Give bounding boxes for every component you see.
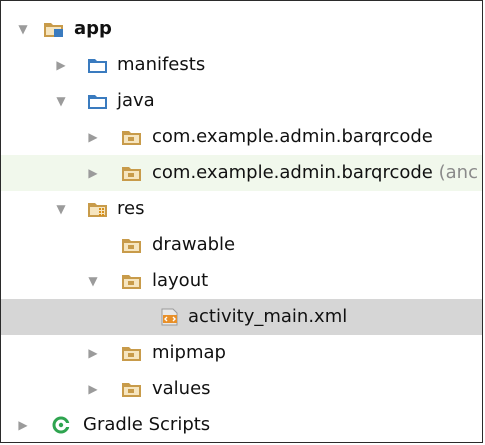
tree-node-res[interactable]: ▼ res xyxy=(1,191,482,227)
tree-node-app[interactable]: ▼ app xyxy=(1,11,482,47)
tree-node-label: mipmap xyxy=(152,342,226,363)
package-folder-icon xyxy=(121,272,143,290)
expanded-arrow-icon[interactable]: ▼ xyxy=(53,83,69,119)
resources-folder-icon xyxy=(87,200,109,218)
package-folder-icon xyxy=(121,380,143,398)
module-folder-icon xyxy=(43,20,65,38)
collapsed-arrow-icon[interactable]: ▶ xyxy=(85,371,101,407)
expanded-arrow-icon[interactable]: ▼ xyxy=(85,263,101,299)
tree-node-package-test[interactable]: ▶ com.example.admin.barqrcode (anc xyxy=(1,155,482,191)
tree-node-label: manifests xyxy=(117,54,206,75)
tree-node-label: app xyxy=(74,18,112,39)
collapsed-arrow-icon[interactable]: ▶ xyxy=(85,155,101,191)
tree-node-suffix: (anc xyxy=(438,162,478,183)
gradle-icon xyxy=(51,416,73,434)
package-folder-icon xyxy=(121,344,143,362)
tree-node-label: activity_main.xml xyxy=(188,306,348,327)
tree-node-label: com.example.admin.barqrcode xyxy=(152,126,433,147)
tree-node-activity-main[interactable]: activity_main.xml xyxy=(1,299,482,335)
collapsed-arrow-icon[interactable]: ▶ xyxy=(15,407,31,442)
tree-node-label: drawable xyxy=(152,234,236,255)
tree-node-mipmap[interactable]: ▶ mipmap xyxy=(1,335,482,371)
tree-node-label: java xyxy=(117,90,155,111)
folder-icon xyxy=(87,92,109,110)
tree-node-label: res xyxy=(117,198,145,219)
expanded-arrow-icon[interactable]: ▼ xyxy=(15,11,31,47)
project-tree-panel: ▼ app ▶ manifests ▼ java ▶ com.example.a… xyxy=(0,0,483,443)
tree-node-label: layout xyxy=(152,270,209,291)
collapsed-arrow-icon[interactable]: ▶ xyxy=(85,119,101,155)
tree-node-layout[interactable]: ▼ layout xyxy=(1,263,482,299)
package-folder-icon xyxy=(121,164,143,182)
tree-node-package-main[interactable]: ▶ com.example.admin.barqrcode xyxy=(1,119,482,155)
folder-icon xyxy=(87,56,109,74)
collapsed-arrow-icon[interactable]: ▶ xyxy=(53,47,69,83)
tree-node-label: com.example.admin.barqrcode xyxy=(152,162,433,183)
tree-node-gradle-scripts[interactable]: ▶ Gradle Scripts xyxy=(1,407,482,442)
expanded-arrow-icon[interactable]: ▼ xyxy=(53,191,69,227)
tree-node-drawable[interactable]: drawable xyxy=(1,227,482,263)
package-folder-icon xyxy=(121,128,143,146)
tree-node-values[interactable]: ▶ values xyxy=(1,371,482,407)
tree-node-manifests[interactable]: ▶ manifests xyxy=(1,47,482,83)
project-tree: ▼ app ▶ manifests ▼ java ▶ com.example.a… xyxy=(1,11,482,442)
xml-file-icon xyxy=(159,308,181,326)
tree-node-label: values xyxy=(152,378,211,399)
collapsed-arrow-icon[interactable]: ▶ xyxy=(85,335,101,371)
tree-node-java[interactable]: ▼ java xyxy=(1,83,482,119)
tree-node-label: Gradle Scripts xyxy=(83,414,211,435)
package-folder-icon xyxy=(121,236,143,254)
